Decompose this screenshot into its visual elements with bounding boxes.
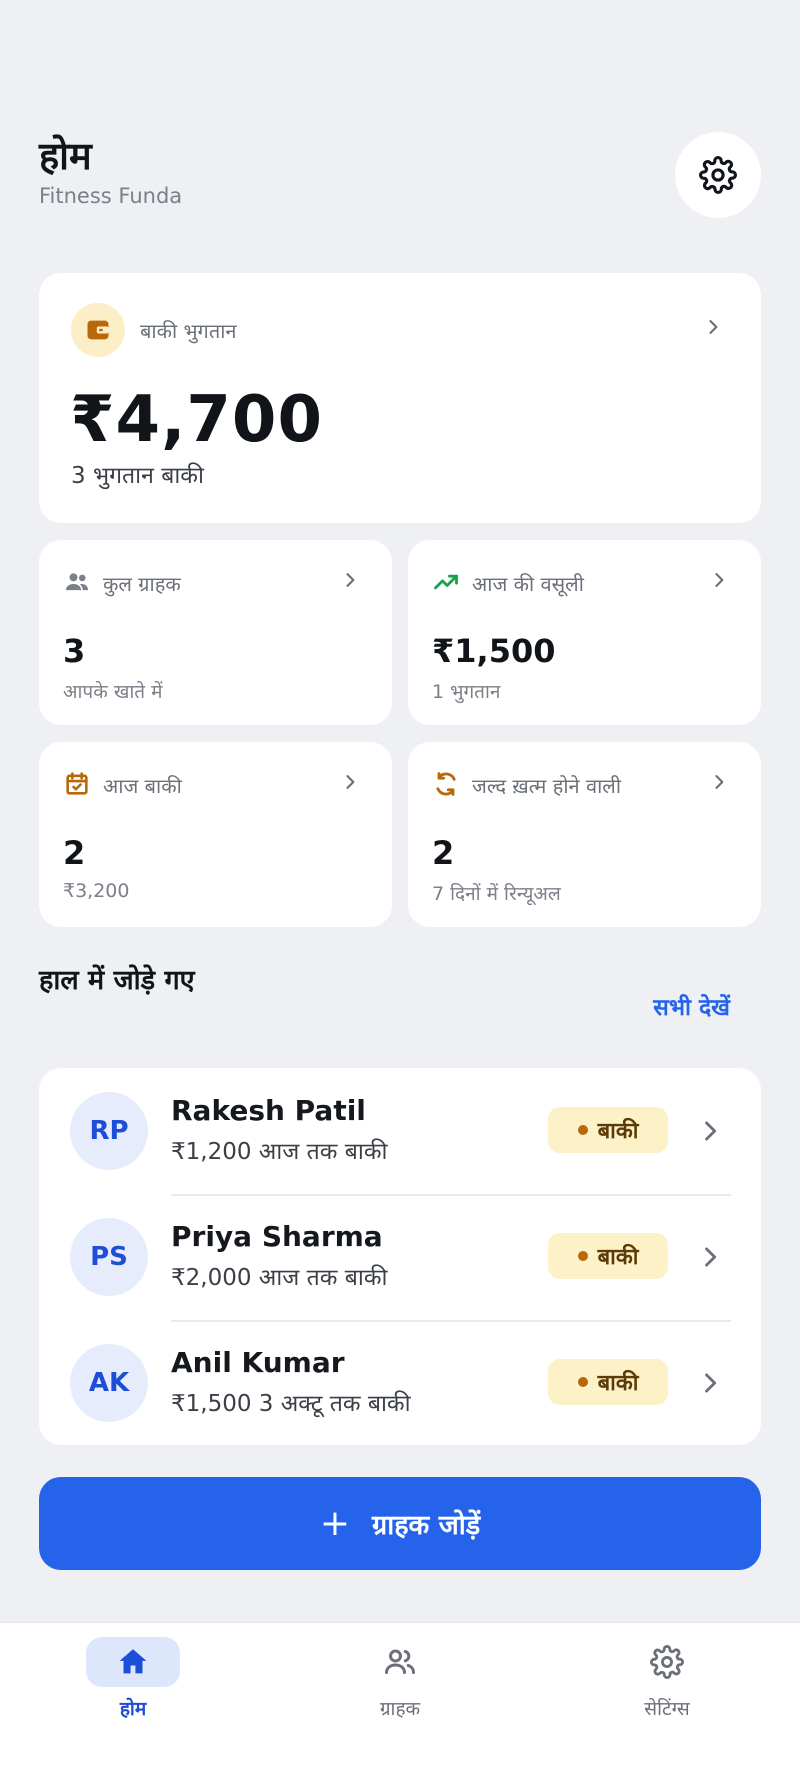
- chevron-right-icon: [705, 1247, 717, 1267]
- status-text: बाकी: [597, 1119, 639, 1144]
- nav-settings[interactable]: सेटिंग्स: [597, 1637, 737, 1737]
- customer-due: ₹2,000 आज तक बाकी: [171, 1265, 388, 1291]
- customer-row[interactable]: PS Priya Sharma ₹2,000 आज तक बाकी बाकी: [39, 1194, 761, 1320]
- status-dot: [577, 1377, 588, 1387]
- nav-customers-pill: [353, 1637, 447, 1687]
- avatar: AK: [70, 1344, 148, 1422]
- chevron-right-icon: [705, 1121, 717, 1141]
- avatar: RP: [70, 1092, 148, 1170]
- status-dot: [577, 1125, 588, 1135]
- plus-icon: +: [319, 1502, 350, 1544]
- people-icon: [385, 1649, 415, 1674]
- stat-sub: ₹3,200: [63, 880, 130, 902]
- bottom-nav: होम ग्राहक सेटिंग्स: [0, 1622, 800, 1778]
- stat-sub: 7 दिनों में रिन्यूअल: [432, 883, 561, 905]
- todays-collection-card[interactable]: आज की वसूली ₹1,500 1 भुगतान: [408, 540, 761, 725]
- settings-button[interactable]: [675, 132, 761, 218]
- recent-customers-list: RP Rakesh Patil ₹1,200 आज तक बाकी बाकी P…: [39, 1068, 761, 1445]
- nav-label: ग्राहक: [379, 1698, 421, 1720]
- stat-sub: 1 भुगतान: [432, 681, 501, 703]
- chevron-right-icon: [715, 775, 724, 789]
- add-customer-button[interactable]: + ग्राहक जोड़ें: [39, 1477, 761, 1570]
- customer-name: Rakesh Patil: [171, 1094, 366, 1127]
- total-customers-card[interactable]: कुल ग्राहक 3 आपके खाते में: [39, 540, 392, 725]
- stat-label: जल्द ख़त्म होने वाली: [472, 774, 622, 798]
- chevron-right-icon: [705, 1373, 717, 1393]
- nav-label: सेटिंग्स: [644, 1698, 690, 1720]
- see-all-link[interactable]: सभी देखें: [653, 990, 730, 1022]
- chevron-right-icon: [709, 320, 718, 334]
- trending-up-icon: [434, 574, 458, 590]
- customer-due: ₹1,500 3 अक्टू तक बाकी: [171, 1391, 411, 1417]
- stat-value: 2: [63, 834, 86, 872]
- pending-amount: ₹4,700: [70, 383, 323, 457]
- status-dot: [577, 1251, 588, 1261]
- avatar: PS: [70, 1218, 148, 1296]
- stat-label: आज बाकी: [103, 774, 182, 798]
- expiring-soon-card[interactable]: जल्द ख़त्म होने वाली 2 7 दिनों में रिन्य…: [408, 742, 761, 927]
- recent-section-title: हाल में जोड़े गए: [39, 965, 195, 996]
- stat-sub: आपके खाते में: [63, 681, 163, 703]
- chevron-right-icon: [715, 573, 724, 587]
- calendar-check-icon: [66, 772, 88, 795]
- due-today-card[interactable]: आज बाकी 2 ₹3,200: [39, 742, 392, 927]
- wallet-icon: [87, 320, 109, 340]
- chevron-right-icon: [346, 775, 355, 789]
- stat-value: 2: [432, 834, 455, 872]
- status-badge: बाकी: [548, 1359, 668, 1405]
- wallet-icon-badge: [71, 303, 125, 357]
- gear-icon: [650, 1645, 684, 1679]
- pending-payments-label: बाकी भुगतान: [140, 319, 237, 343]
- refresh-icon: [436, 772, 456, 796]
- nav-home-pill: [86, 1637, 180, 1687]
- customer-row[interactable]: AK Anil Kumar ₹1,500 3 अक्टू तक बाकी बाक…: [39, 1320, 761, 1446]
- customer-name: Priya Sharma: [171, 1220, 383, 1253]
- customer-name: Anil Kumar: [171, 1346, 345, 1379]
- stat-label: आज की वसूली: [472, 572, 584, 596]
- nav-label: होम: [119, 1698, 147, 1720]
- status-text: बाकी: [597, 1245, 639, 1270]
- status-text: बाकी: [597, 1371, 639, 1396]
- page-title: होम: [39, 134, 92, 178]
- add-customer-label: ग्राहक जोड़ें: [372, 1510, 481, 1541]
- stat-value: ₹1,500: [432, 632, 556, 670]
- business-name: Fitness Funda: [39, 184, 183, 208]
- gear-icon: [699, 156, 737, 194]
- nav-settings-pill: [620, 1637, 714, 1687]
- customer-due: ₹1,200 आज तक बाकी: [171, 1139, 388, 1165]
- people-icon: [65, 573, 89, 591]
- home-icon: [119, 1649, 147, 1674]
- customer-row[interactable]: RP Rakesh Patil ₹1,200 आज तक बाकी बाकी: [39, 1068, 761, 1194]
- chevron-right-icon: [346, 573, 355, 587]
- stat-value: 3: [63, 632, 86, 670]
- nav-customers[interactable]: ग्राहक: [330, 1637, 470, 1737]
- home-screen: होम Fitness Funda बाकी भुगतान ₹4,700 3 भ…: [0, 0, 800, 1778]
- nav-home[interactable]: होम: [63, 1637, 203, 1737]
- pending-count: 3 भुगतान बाकी: [71, 463, 204, 489]
- header: होम Fitness Funda: [39, 130, 761, 230]
- stat-label: कुल ग्राहक: [103, 572, 181, 596]
- status-badge: बाकी: [548, 1107, 668, 1153]
- status-badge: बाकी: [548, 1233, 668, 1279]
- pending-payments-card[interactable]: बाकी भुगतान ₹4,700 3 भुगतान बाकी: [39, 273, 761, 523]
